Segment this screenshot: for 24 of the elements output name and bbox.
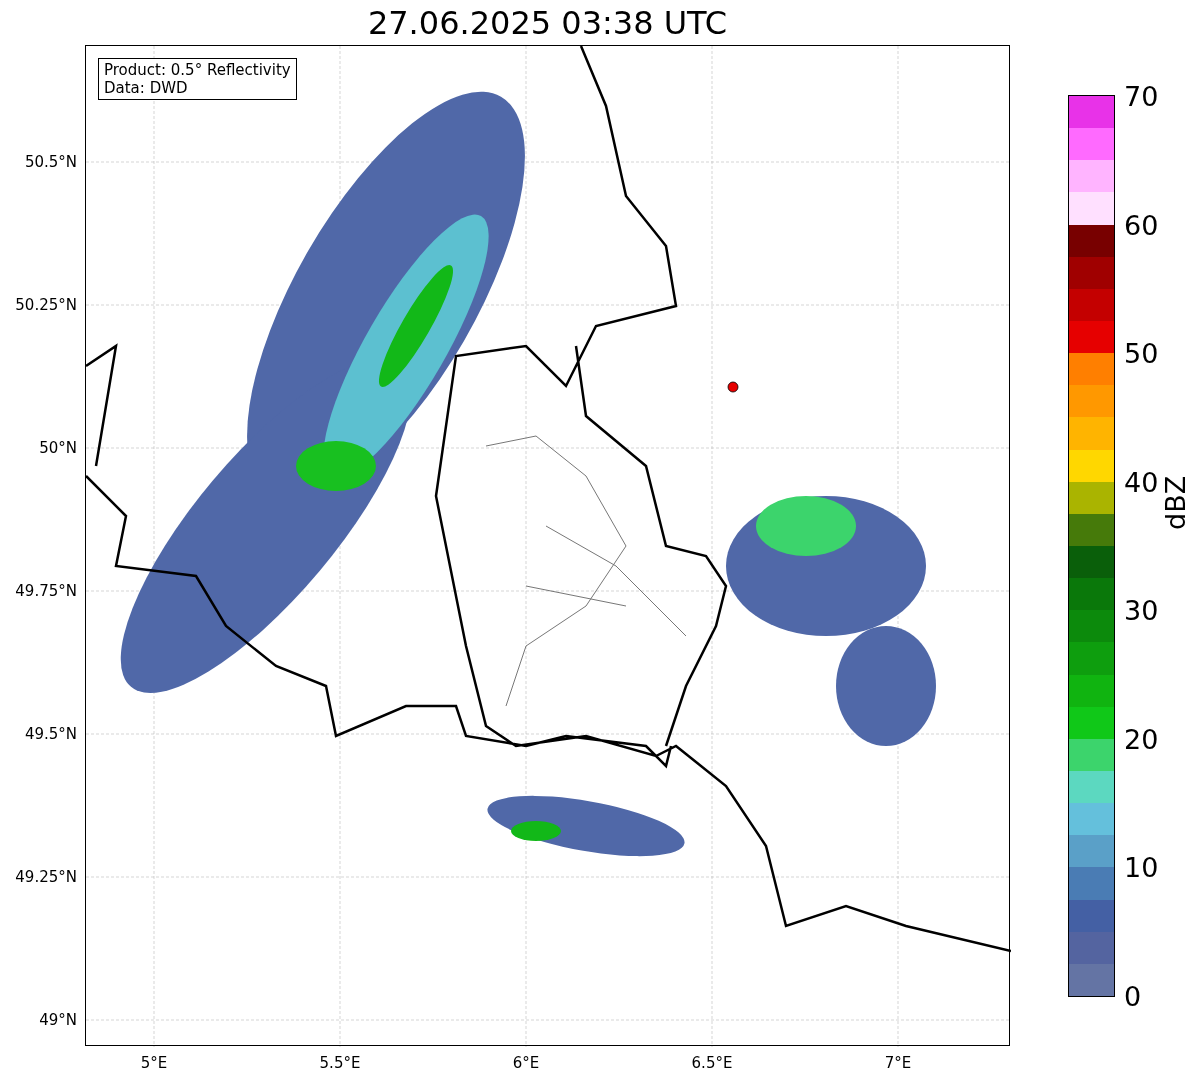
x-tick-label: 5.5°E	[319, 1054, 361, 1072]
chart-title: 27.06.2025 03:38 UTC	[366, 4, 729, 42]
colorbar-tick-label: 30	[1124, 594, 1159, 626]
colorbar-label: dBZ	[1160, 475, 1191, 530]
x-tick-label: 7°E	[884, 1054, 912, 1072]
colorbar-tick-label: 60	[1124, 209, 1159, 241]
colorbar-tick-label: 20	[1124, 723, 1159, 755]
y-tick-label: 50.25°N	[15, 296, 77, 314]
colorbar-tick-label: 50	[1124, 337, 1159, 369]
y-tick-label: 49.75°N	[15, 582, 77, 600]
y-tick-label: 49.5°N	[24, 725, 77, 743]
legend-text: Product: 0.5° Reflectivity	[104, 61, 291, 79]
colorbar-tick-label: 0	[1124, 980, 1142, 1012]
legend-text: Data: DWD	[104, 79, 189, 97]
y-tick-label: 50.5°N	[24, 153, 77, 171]
y-tick-label: 49.25°N	[15, 868, 77, 886]
colorbar-tick-label: 10	[1124, 851, 1159, 883]
y-tick-label: 49°N	[39, 1011, 77, 1029]
colorbar-tick-label: 70	[1124, 80, 1159, 112]
y-tick-label: 50°N	[39, 439, 77, 457]
x-tick-label: 5°E	[140, 1054, 168, 1072]
x-tick-label: 6.5°E	[691, 1054, 733, 1072]
x-tick-label: 6°E	[512, 1054, 540, 1072]
colorbar-tick-label: 40	[1124, 466, 1159, 498]
